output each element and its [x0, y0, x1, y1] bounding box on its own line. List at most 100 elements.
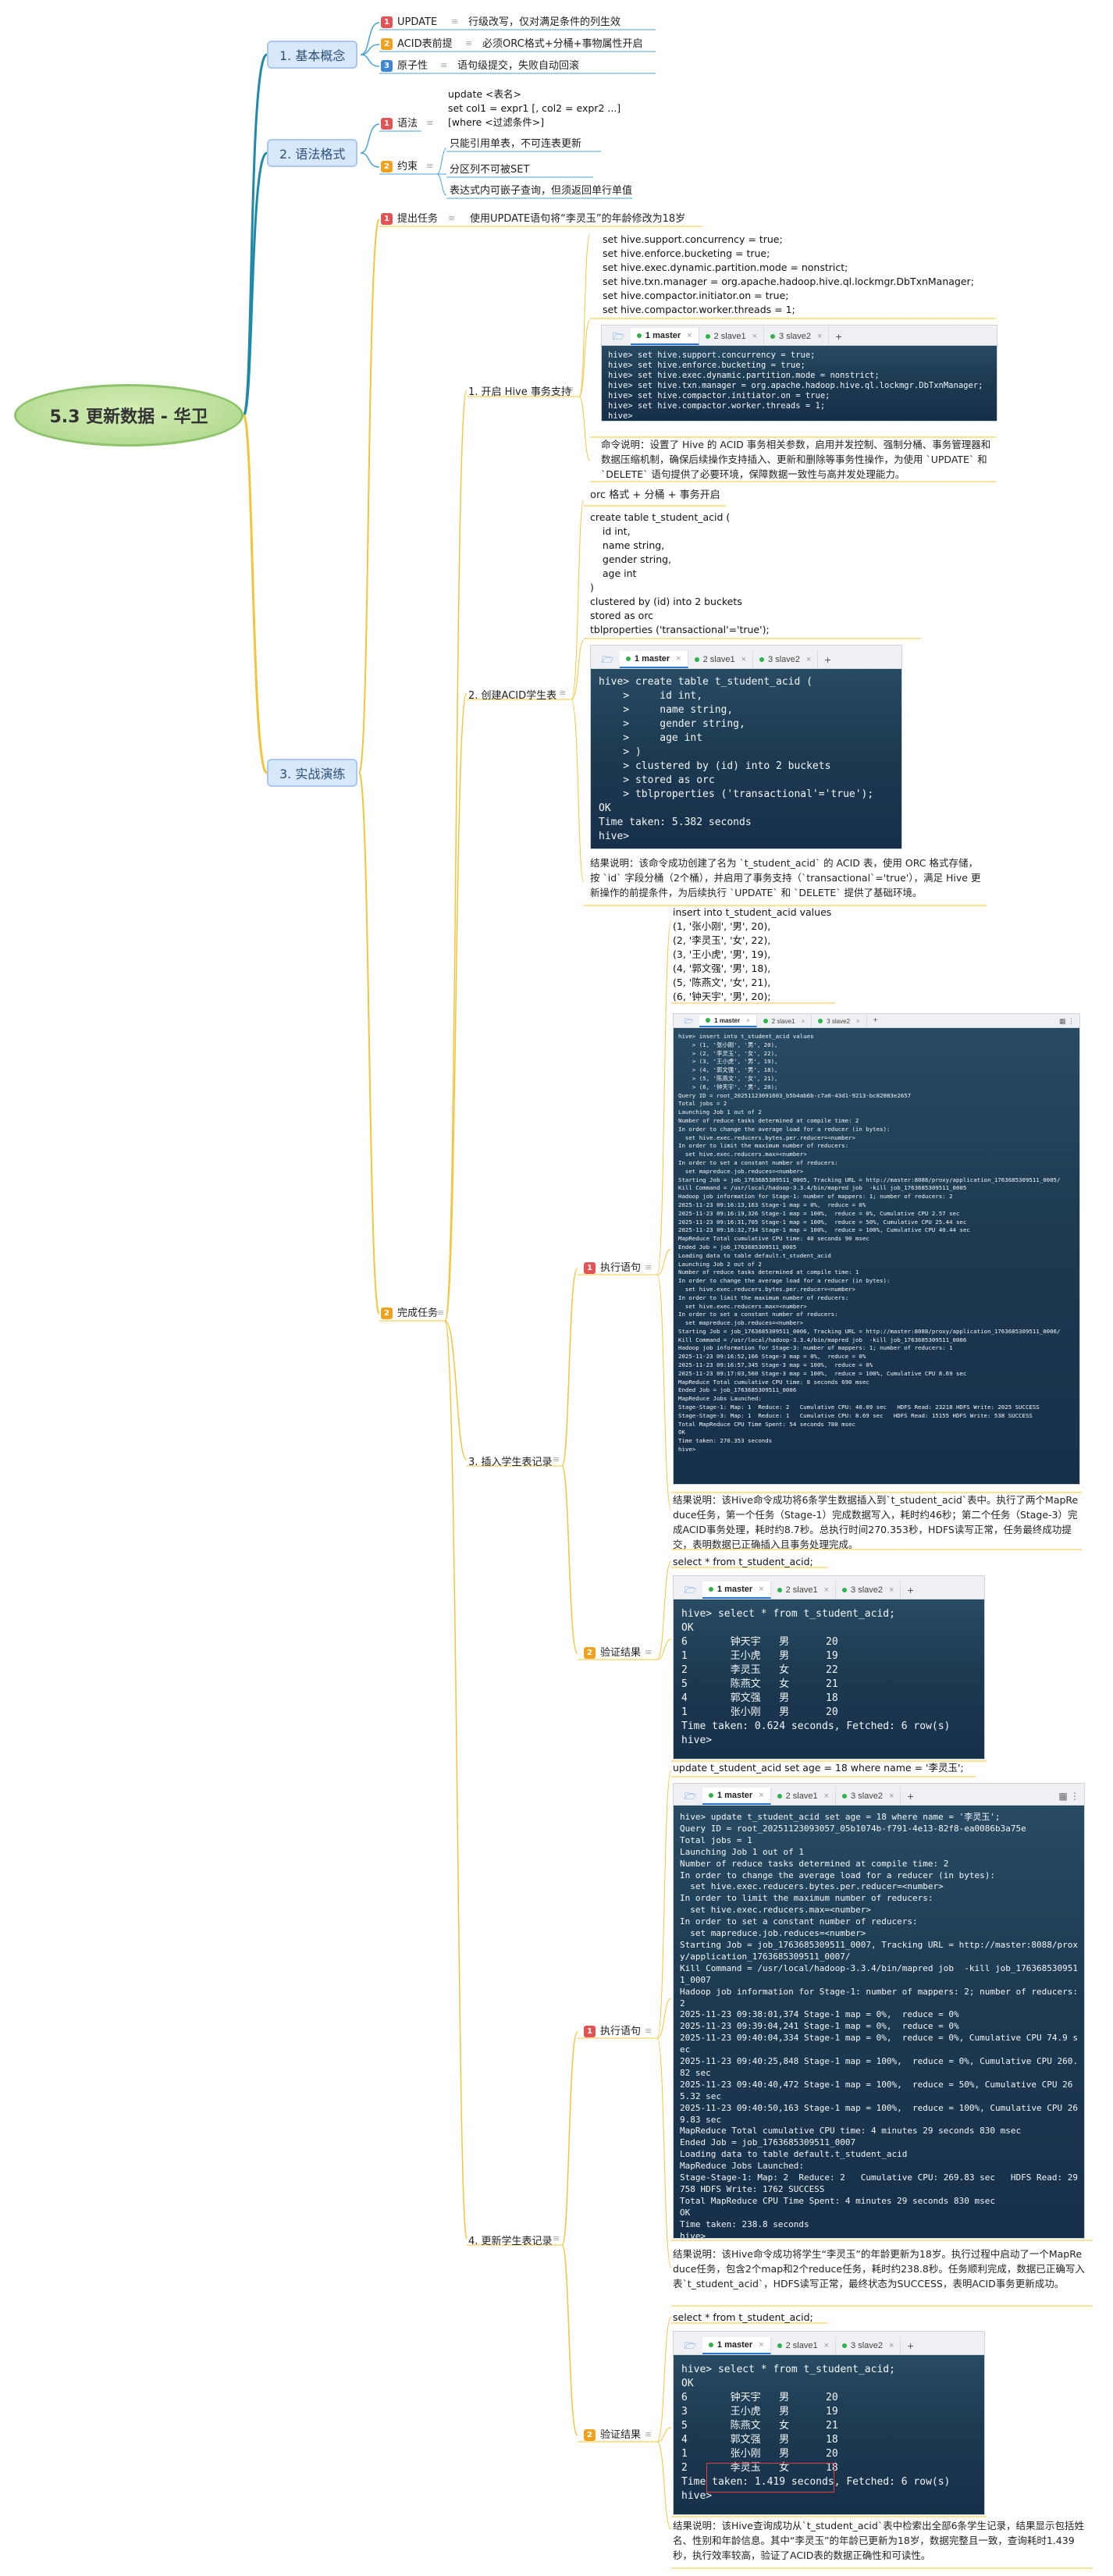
folder-icon[interactable]: 🗁 [678, 1582, 702, 1599]
status-dot-icon [770, 334, 776, 339]
tab-slave1[interactable]: 2 slave1 × [771, 1582, 837, 1599]
close-icon[interactable]: × [759, 1585, 763, 1594]
new-tab-button[interactable]: + [818, 651, 837, 668]
close-icon[interactable]: × [759, 1791, 763, 1800]
step1-label[interactable]: 1. 开启 Hive 事务支持 [468, 383, 571, 398]
practice-task-desc: 使用UPDATE语句将“李灵玉”的年龄修改为18岁 [470, 213, 686, 225]
close-icon[interactable]: × [806, 655, 811, 664]
folder-icon[interactable]: 🗁 [678, 2337, 702, 2354]
tab-slave2[interactable]: 3 slave2 × [812, 1015, 867, 1027]
new-tab-button[interactable]: + [901, 1788, 919, 1805]
tab-master[interactable]: 1 master × [619, 651, 688, 668]
close-icon[interactable]: × [824, 2341, 829, 2350]
concept-item-update[interactable]: 1 UPDATE [381, 16, 437, 30]
step4-label[interactable]: 4. 更新学生表记录 [468, 2233, 553, 2247]
close-icon[interactable]: × [759, 2340, 763, 2350]
close-icon[interactable]: × [856, 1018, 860, 1025]
step4-verify[interactable]: 2 验证结果 [584, 2428, 641, 2443]
tab-slave2[interactable]: 3 slave2 × [836, 1582, 901, 1599]
status-dot-icon [759, 657, 765, 662]
close-icon[interactable]: × [889, 1585, 894, 1595]
folder-icon[interactable]: 🗁 [606, 328, 631, 345]
step2-code: create table t_student_acid ( id int, na… [590, 511, 770, 635]
equals-icon: ≡ [553, 2233, 560, 2243]
concept-item-atomic[interactable]: 3 原子性 [381, 59, 428, 73]
new-tab-button[interactable]: + [829, 328, 848, 345]
status-dot-icon [708, 2343, 713, 2347]
tab-slave1[interactable]: 2 slave1 × [771, 1788, 837, 1805]
equals-icon: ≡ [465, 38, 473, 48]
number-badge: 2 [584, 2429, 596, 2441]
status-dot-icon [777, 1588, 782, 1592]
step4-verify-terminal[interactable]: 🗁 1 master × 2 slave1 × 3 slave2 × + hive> … [673, 2331, 985, 2515]
close-icon[interactable]: × [746, 1017, 750, 1024]
close-icon[interactable]: × [802, 1018, 805, 1025]
practice-complete[interactable]: 2 完成任务 [381, 1307, 438, 1321]
step3-exec[interactable]: 1 执行语句 [584, 1261, 641, 1276]
terminal-tab-bar: 🗁 1 master × 2 slave1 × 3 slave2 × + [674, 2332, 984, 2355]
step3-verify-code: select * from t_student_acid; [673, 1556, 813, 1567]
exec-label: 执行语句 [600, 1262, 642, 1274]
tab-label: 3 slave2 [851, 1585, 883, 1595]
tab-slave1[interactable]: 2 slave1 × [771, 2337, 837, 2354]
tab-master[interactable]: 1 master × [702, 1582, 771, 1599]
step3-terminal[interactable]: 🗁 1 master × 2 slave1 × 3 slave2 × + ▦ ⋮ hi… [673, 1013, 1080, 1485]
step3-verify-terminal[interactable]: 🗁 1 master × 2 slave1 × 3 slave2 × + hive> … [673, 1575, 985, 1759]
grid-icon[interactable]: ▦ ⋮ [1059, 1015, 1079, 1027]
syntax-grammar[interactable]: 1 语法 [381, 117, 418, 131]
tab-master[interactable]: 1 master × [699, 1015, 757, 1027]
close-icon[interactable]: × [824, 1585, 829, 1595]
close-icon[interactable]: × [824, 1791, 829, 1801]
root-topic[interactable]: 5.3 更新数据 - 华卫 [14, 384, 244, 447]
terminal-tab-bar: 🗁 1 master × 2 slave1 × 3 slave2 × + [674, 1576, 984, 1599]
tab-master[interactable]: 1 master × [702, 2337, 771, 2354]
tab-slave2[interactable]: 3 slave2 × [764, 328, 830, 345]
folder-icon[interactable]: 🗁 [678, 1788, 702, 1805]
step4-terminal[interactable]: 🗁 1 master × 2 slave1 × 3 slave2 × + ▦ ⋮ hi… [673, 1783, 1085, 2239]
new-tab-button[interactable]: + [901, 1582, 919, 1599]
close-icon[interactable]: × [817, 332, 822, 341]
tab-label: 2 slave1 [713, 332, 746, 341]
folder-icon[interactable]: 🗁 [596, 651, 620, 668]
tab-slave1[interactable]: 2 slave1 × [757, 1015, 813, 1027]
new-tab-button[interactable]: + [867, 1015, 884, 1027]
concept-item-acid[interactable]: 2 ACID表前提 [381, 37, 453, 52]
step2-label[interactable]: 2. 创建ACID学生表 [468, 687, 556, 702]
step2-terminal[interactable]: 🗁 1 master × 2 slave1 × 3 slave2 × + hive> … [590, 645, 902, 849]
step4-code: update t_student_acid set age = 18 where… [673, 1762, 964, 1774]
equals-icon: ≡ [645, 1647, 653, 1657]
tab-master[interactable]: 1 master × [702, 1788, 771, 1805]
syntax-grammar-code: update <表名> set col1 = expr1 [, col2 = e… [448, 88, 621, 128]
terminal-output: hive> update t_student_acid set age = 18… [674, 1806, 1084, 2238]
syntax-constraint[interactable]: 2 约束 [381, 160, 418, 174]
close-icon[interactable]: × [752, 332, 757, 341]
step1-note: 命令说明：设置了 Hive 的 ACID 事务相关参数，启用并发控制、强制分桶、… [601, 439, 991, 480]
folder-icon[interactable]: 🗁 [678, 1015, 699, 1027]
branch-syntax[interactable]: 2. 语法格式 [267, 139, 358, 167]
branch-concept[interactable]: 1. 基本概念 [267, 41, 358, 69]
step1-terminal[interactable]: 🗁 1 master × 2 slave1 × 3 slave2 × + hive> … [601, 325, 997, 422]
step3-verify[interactable]: 2 验证结果 [584, 1646, 641, 1660]
terminal-output: hive> select * from t_student_acid; OK 6… [674, 1599, 984, 1759]
tab-slave2[interactable]: 3 slave2 × [753, 651, 819, 668]
step3-label[interactable]: 3. 插入学生表记录 [468, 1453, 553, 1468]
constraint-item: 表达式内可嵌子查询，但须返回单行单值 [450, 185, 633, 197]
step4-exec[interactable]: 1 执行语句 [584, 2025, 641, 2039]
number-badge: 1 [584, 1262, 596, 1274]
close-icon[interactable]: × [741, 655, 746, 664]
close-icon[interactable]: × [676, 654, 681, 664]
close-icon[interactable]: × [687, 331, 692, 340]
tab-slave1[interactable]: 2 slave1 × [688, 651, 754, 668]
tab-slave2[interactable]: 3 slave2 × [836, 1788, 901, 1805]
close-icon[interactable]: × [889, 1791, 894, 1801]
new-tab-button[interactable]: + [901, 2337, 919, 2354]
tab-label: 2 slave1 [702, 655, 735, 664]
tab-master[interactable]: 1 master × [630, 328, 699, 345]
close-icon[interactable]: × [889, 2341, 894, 2350]
tab-slave2[interactable]: 3 slave2 × [836, 2337, 901, 2354]
equals-icon: ≡ [645, 1262, 653, 1272]
branch-practice[interactable]: 3. 实战演练 [267, 759, 358, 787]
tab-slave1[interactable]: 2 slave1 × [699, 328, 765, 345]
grid-icon[interactable]: ▦ ⋮ [1058, 1788, 1084, 1805]
practice-task[interactable]: 1 提出任务 [381, 212, 438, 226]
